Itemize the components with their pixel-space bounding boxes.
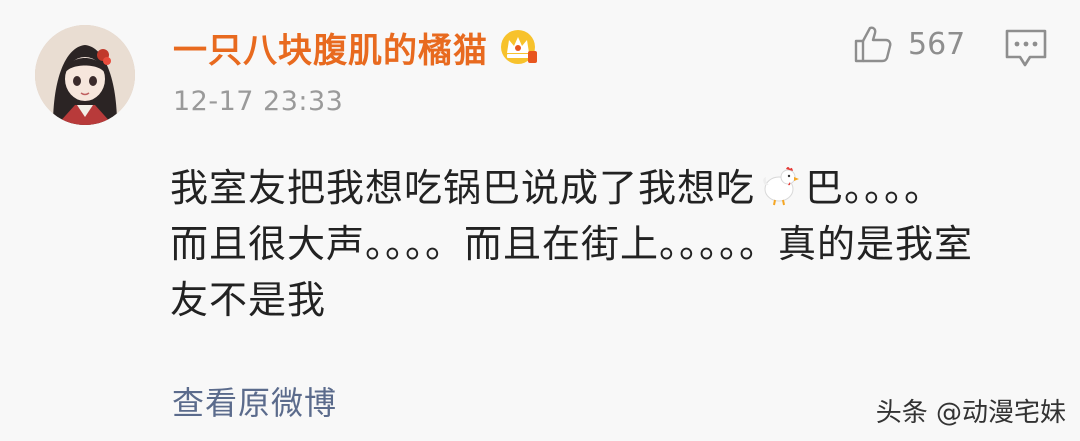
like-count: 567 <box>908 26 966 62</box>
view-original-link[interactable]: 查看原微博 <box>172 378 337 424</box>
comment-line-3: 友不是我 <box>170 278 327 322</box>
username-row: 一只八块腹肌的橘猫 <box>173 22 538 72</box>
avatar[interactable] <box>35 25 135 125</box>
watermark: 头条 @动漫宅妹 <box>875 398 1066 428</box>
like-button[interactable]: 567 <box>852 22 965 66</box>
username[interactable]: 一只八块腹肌的橘猫 <box>173 23 488 72</box>
chicken-emoji-icon <box>763 167 800 206</box>
comment-line-1b: 巴。。。。 <box>805 166 944 210</box>
comment-card: 一只八块腹肌的橘猫 12-17 23:33 567 我室友把我想吃锅巴说成了我想… <box>0 0 1080 441</box>
thumbs-up-icon[interactable] <box>852 23 894 65</box>
timestamp: 12-17 23:33 <box>173 86 344 117</box>
comment-line-1a: 我室友把我想吃锅巴说成了我想吃 <box>170 166 756 210</box>
comment-text: 我室友把我想吃锅巴说成了我想吃 巴。。。。 而且很大声。。。。而且在街上。。。。… <box>170 160 1050 328</box>
comment-icon[interactable] <box>1003 27 1049 69</box>
comment-line-2: 而且很大声。。。。而且在街上。。。。。真的是我室 <box>170 222 974 266</box>
vip-crown-icon <box>501 30 537 64</box>
comment-line-1: 我室友把我想吃锅巴说成了我想吃 巴。。。。 <box>170 160 1050 216</box>
